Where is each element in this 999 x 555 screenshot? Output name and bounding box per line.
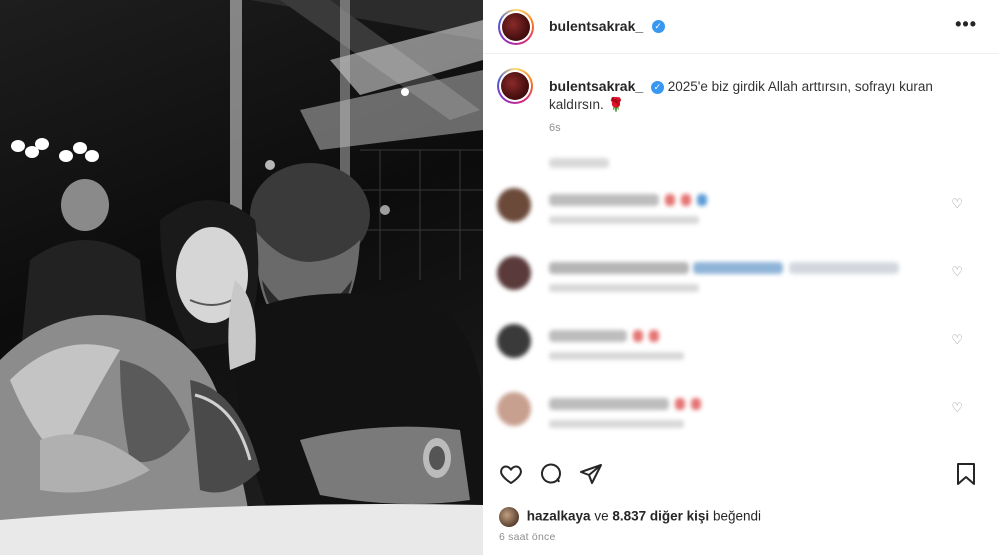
post-photo-illustration bbox=[0, 0, 483, 555]
comment-text-blurred bbox=[549, 398, 669, 410]
blurred-view-replies bbox=[549, 158, 609, 168]
bookmark-icon[interactable] bbox=[955, 462, 977, 491]
comment-text-blurred bbox=[549, 330, 627, 342]
author-username[interactable]: bulentsakrak_ bbox=[549, 18, 643, 34]
comment-item: ♡ bbox=[497, 390, 977, 440]
comment-meta-blurred bbox=[549, 352, 684, 360]
comment-like-heart-icon[interactable]: ♡ bbox=[951, 332, 963, 348]
comment-avatar[interactable] bbox=[497, 392, 531, 426]
caption-time: 6s bbox=[549, 122, 561, 134]
comment-emoji-blurred bbox=[675, 398, 685, 410]
comment-item: ♡ bbox=[497, 322, 977, 372]
comment-emoji-blurred bbox=[693, 262, 783, 274]
comment-like-heart-icon[interactable]: ♡ bbox=[951, 196, 963, 212]
comment-emoji-blurred bbox=[649, 330, 659, 342]
comment-item: ♡ bbox=[497, 186, 977, 236]
comment-avatar[interactable] bbox=[497, 188, 531, 222]
heart-icon[interactable] bbox=[499, 462, 523, 491]
more-options-icon[interactable]: ••• bbox=[955, 14, 977, 35]
rose-emoji: 🌹 bbox=[607, 97, 625, 112]
likes-summary: hazalkaya ve 8.837 diğer kişi beğendi bbox=[499, 507, 761, 527]
likes-others-count[interactable]: 8.837 diğer kişi bbox=[612, 509, 709, 524]
comment-text-blurred bbox=[549, 194, 659, 206]
comment-item: ♡ bbox=[497, 254, 977, 304]
share-icon[interactable] bbox=[579, 462, 603, 491]
comment-meta-blurred bbox=[549, 284, 699, 292]
comment-emoji-blurred bbox=[681, 194, 691, 206]
post-photo bbox=[0, 0, 483, 555]
author-avatar[interactable] bbox=[498, 9, 534, 45]
comment-like-heart-icon[interactable]: ♡ bbox=[951, 264, 963, 280]
post-action-bar bbox=[497, 458, 987, 492]
first-liker-username[interactable]: hazalkaya bbox=[527, 509, 591, 524]
caption-text-block: bulentsakrak_ ✓ 2025'e biz girdik Allah … bbox=[549, 77, 969, 114]
post-header: bulentsakrak_ ✓ ••• bbox=[483, 0, 999, 54]
comment-like-heart-icon[interactable]: ♡ bbox=[951, 400, 963, 416]
comment-text-blurred bbox=[789, 262, 899, 274]
verified-badge-icon: ✓ bbox=[651, 20, 665, 34]
comment-avatar[interactable] bbox=[497, 324, 531, 358]
comment-meta-blurred bbox=[549, 216, 699, 224]
caption-verified-badge-icon: ✓ bbox=[650, 80, 664, 94]
likes-connector: ve bbox=[594, 508, 609, 524]
post-timestamp: 6 saat önce bbox=[499, 531, 556, 543]
comment-avatar[interactable] bbox=[497, 256, 531, 290]
comment-text-blurred bbox=[549, 262, 689, 274]
comment-emoji-blurred bbox=[633, 330, 643, 342]
comment-icon[interactable] bbox=[539, 462, 563, 491]
likes-suffix: beğendi bbox=[712, 508, 761, 524]
liker-avatar[interactable] bbox=[499, 507, 519, 527]
comment-emoji-blurred bbox=[665, 194, 675, 206]
author-name-wrap: bulentsakrak_ ✓ bbox=[549, 18, 665, 36]
comment-meta-blurred bbox=[549, 420, 684, 428]
post-panel: bulentsakrak_ ✓ ••• bulentsakrak_ ✓ 2025… bbox=[483, 0, 999, 555]
caption-avatar[interactable] bbox=[497, 68, 533, 104]
comment-emoji-blurred bbox=[691, 398, 701, 410]
comment-emoji-blurred bbox=[697, 194, 707, 206]
caption-username[interactable]: bulentsakrak_ bbox=[549, 78, 643, 94]
